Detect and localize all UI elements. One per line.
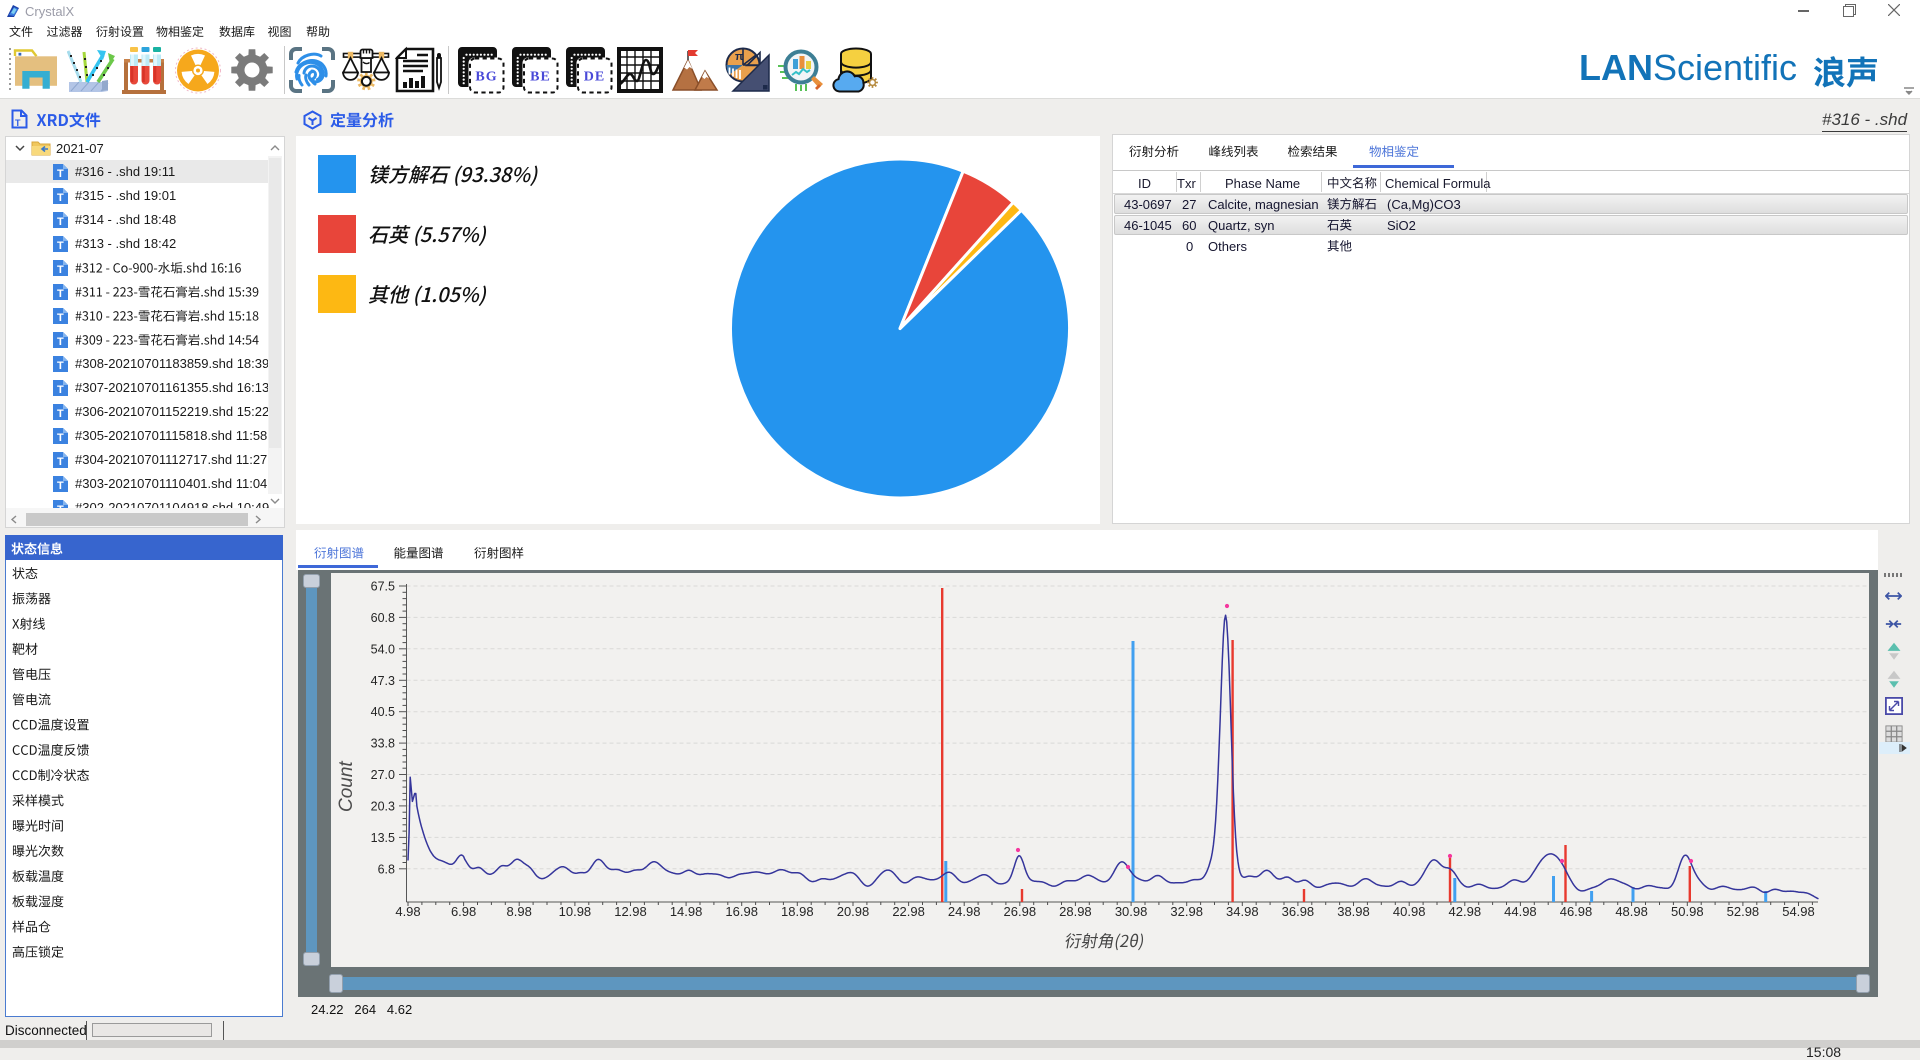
- svg-text:26.98: 26.98: [1004, 904, 1037, 919]
- svg-text:Count: Count: [336, 761, 356, 812]
- svg-text:44.98: 44.98: [1504, 904, 1537, 919]
- svg-text:24.98: 24.98: [948, 904, 981, 919]
- svg-text:22.98: 22.98: [892, 904, 925, 919]
- svg-text:52.98: 52.98: [1727, 904, 1760, 919]
- svg-text:6.98: 6.98: [451, 904, 476, 919]
- svg-text:28.98: 28.98: [1059, 904, 1092, 919]
- svg-text:6.8: 6.8: [378, 862, 395, 876]
- svg-text:4.98: 4.98: [395, 904, 420, 919]
- svg-text:47.3: 47.3: [371, 674, 395, 688]
- svg-text:42.98: 42.98: [1449, 904, 1482, 919]
- svg-text:40.98: 40.98: [1393, 904, 1426, 919]
- svg-text:54.0: 54.0: [371, 642, 395, 656]
- svg-text:14.98: 14.98: [670, 904, 703, 919]
- svg-text:30.98: 30.98: [1115, 904, 1148, 919]
- svg-text:10.98: 10.98: [559, 904, 592, 919]
- svg-text:13.5: 13.5: [371, 831, 395, 845]
- svg-text:46.98: 46.98: [1560, 904, 1593, 919]
- svg-text:12.98: 12.98: [614, 904, 647, 919]
- svg-text:48.98: 48.98: [1615, 904, 1648, 919]
- svg-text:18.98: 18.98: [781, 904, 814, 919]
- svg-text:50.98: 50.98: [1671, 904, 1704, 919]
- svg-text:33.8: 33.8: [371, 737, 395, 751]
- svg-text:20.98: 20.98: [837, 904, 870, 919]
- svg-text:38.98: 38.98: [1337, 904, 1370, 919]
- svg-text:8.98: 8.98: [507, 904, 532, 919]
- svg-text:32.98: 32.98: [1170, 904, 1203, 919]
- svg-text:20.3: 20.3: [371, 799, 395, 813]
- svg-text:34.98: 34.98: [1226, 904, 1259, 919]
- svg-text:40.5: 40.5: [371, 705, 395, 719]
- svg-text:67.5: 67.5: [371, 580, 395, 594]
- svg-text:27.0: 27.0: [371, 768, 395, 782]
- svg-text:60.8: 60.8: [371, 611, 395, 625]
- svg-text:16.98: 16.98: [725, 904, 758, 919]
- svg-text:36.98: 36.98: [1282, 904, 1315, 919]
- svg-text:54.98: 54.98: [1782, 904, 1815, 919]
